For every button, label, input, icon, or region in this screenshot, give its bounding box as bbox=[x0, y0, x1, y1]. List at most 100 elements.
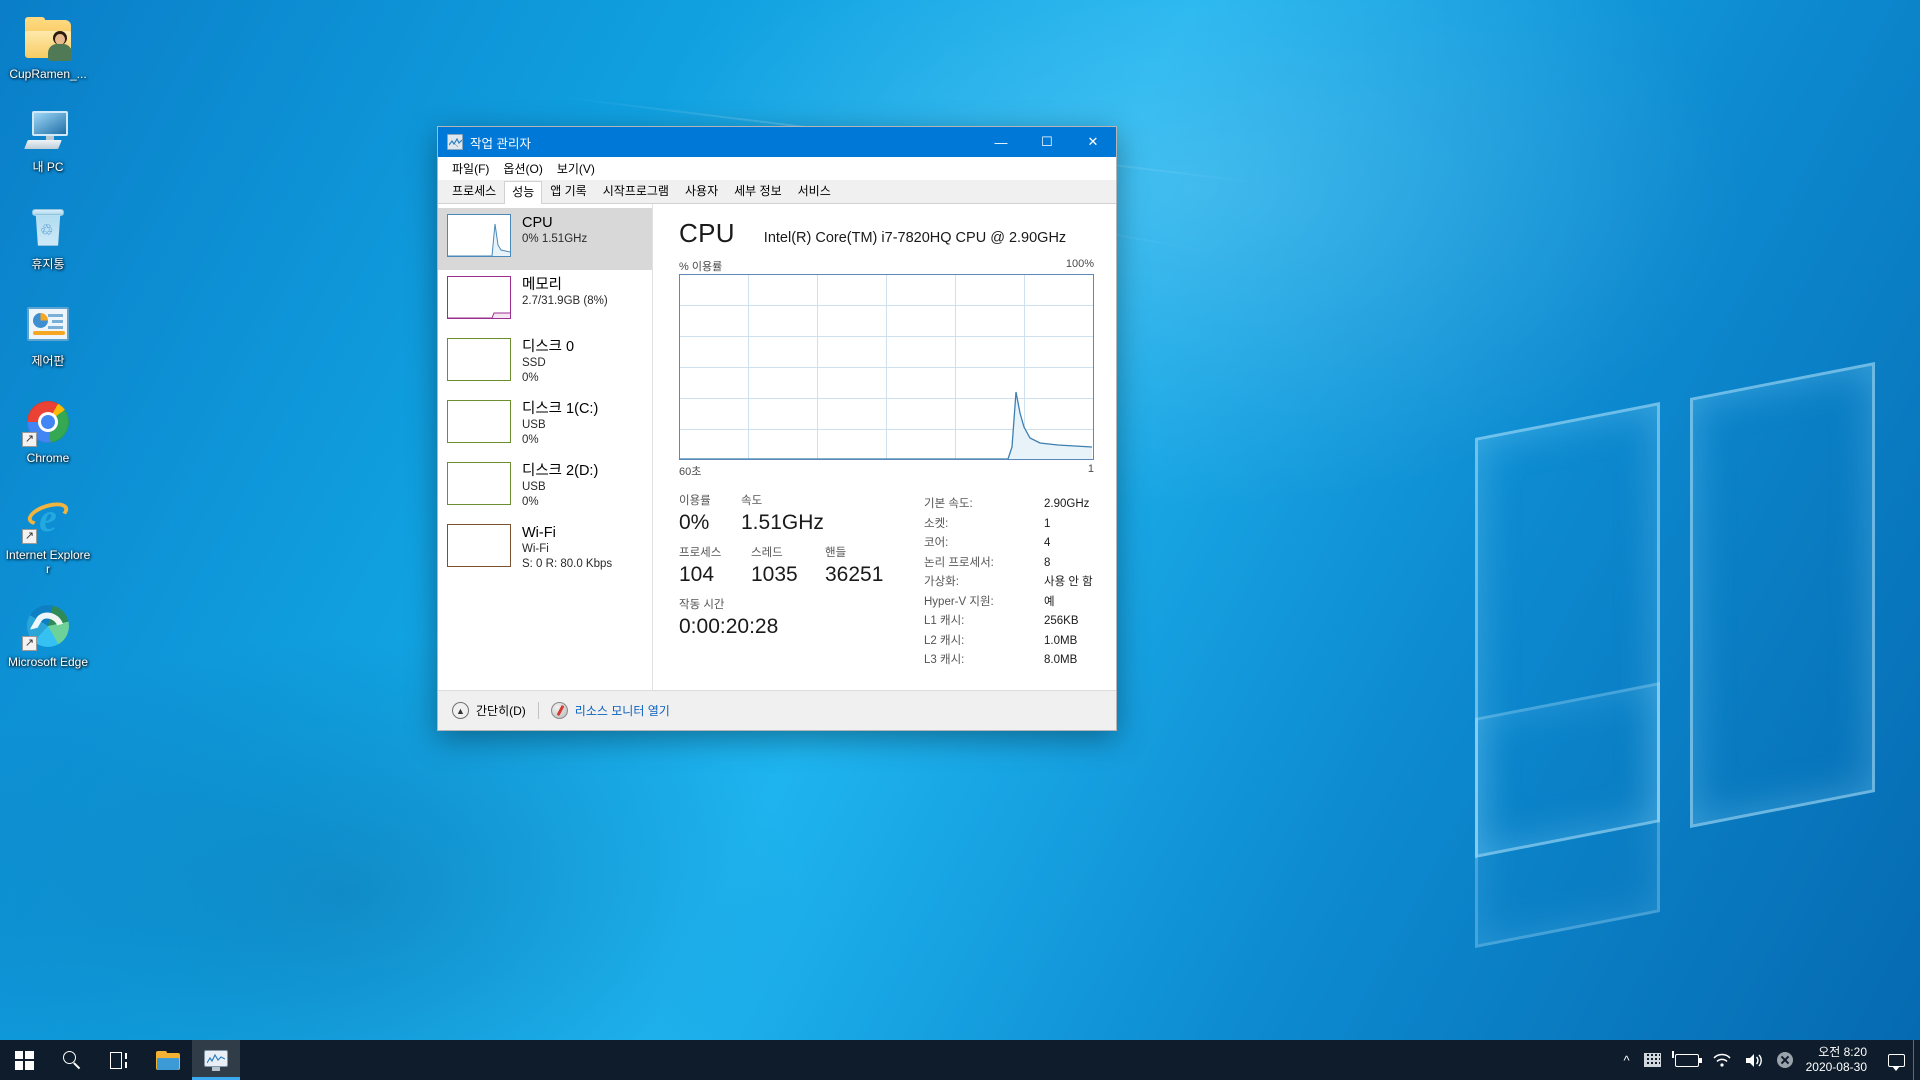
tab-services[interactable]: 서비스 bbox=[790, 180, 839, 203]
wallpaper-window-shape bbox=[1690, 362, 1875, 828]
task-view-button[interactable] bbox=[96, 1040, 144, 1080]
graph-x-right: 1 bbox=[1087, 463, 1094, 475]
desktop-icon-cupramen[interactable]: CupRamen_... bbox=[5, 14, 91, 81]
sidebar-item-memory[interactable]: 메모리 2.7/31.9GB (8%) bbox=[438, 270, 652, 332]
sidebar-item-title: 디스크 2(D:) bbox=[522, 463, 599, 479]
tab-details[interactable]: 세부 정보 bbox=[726, 180, 790, 203]
desktop-icon-list: CupRamen_... 내 PC ♲ 휴지통 제어판 ↗ Chrome e ↗… bbox=[0, 6, 96, 695]
graph-axis-top: % 이용률 100% bbox=[679, 258, 1094, 274]
recycle-bin-icon: ♲ bbox=[24, 204, 72, 252]
graph-x-left: 60초 bbox=[679, 466, 702, 478]
task-manager-icon bbox=[447, 134, 463, 150]
error-badge-icon[interactable] bbox=[1770, 1040, 1800, 1080]
detail-row-cores: 코어: 4 bbox=[924, 534, 1094, 554]
detail-key: L2 캐시: bbox=[924, 634, 965, 647]
chevron-up-icon[interactable]: ▲ bbox=[452, 702, 469, 719]
detail-key: L3 캐시: bbox=[924, 654, 965, 666]
graph-axis-bottom: 60초 1 bbox=[679, 463, 1094, 479]
shortcut-arrow-icon: ↗ bbox=[22, 529, 37, 544]
cpu-utilization-graph[interactable] bbox=[679, 274, 1094, 460]
performance-panel: CPU Intel(R) Core(TM) i7-7820HQ CPU @ 2.… bbox=[653, 204, 1116, 690]
task-manager-taskbar-button[interactable] bbox=[192, 1040, 240, 1080]
detail-key: 가상화: bbox=[924, 576, 959, 588]
tab-users[interactable]: 사용자 bbox=[677, 180, 726, 203]
desktop-icon-label: Microsoft Edge bbox=[7, 655, 89, 669]
menu-file[interactable]: 파일(F) bbox=[445, 158, 496, 179]
utilization-value: 0% bbox=[679, 511, 710, 534]
tab-performance[interactable]: 성능 bbox=[504, 181, 543, 204]
desktop-icon-label: CupRamen_... bbox=[9, 67, 87, 81]
processes-value: 104 bbox=[679, 563, 715, 586]
speed-value: 1.51GHz bbox=[741, 511, 824, 534]
tab-bar: 프로세스 성능 앱 기록 시작프로그램 사용자 세부 정보 서비스 bbox=[438, 180, 1116, 204]
sidebar-item-sub2: 0% bbox=[522, 434, 539, 446]
sidebar-item-sub: SSD bbox=[522, 357, 546, 369]
footer-divider bbox=[537, 702, 539, 719]
clock[interactable]: 오전 8:20 2020-08-30 bbox=[1800, 1040, 1879, 1080]
page-title: CPU bbox=[679, 218, 735, 248]
tab-startup[interactable]: 시작프로그램 bbox=[595, 180, 677, 203]
show-desktop-button[interactable] bbox=[1913, 1040, 1920, 1080]
sidebar-item-sub: 0% 1.51GHz bbox=[522, 233, 588, 245]
wallpaper-window-shape bbox=[1475, 682, 1660, 948]
sidebar-item-sub: USB bbox=[522, 419, 546, 431]
desktop-icon-internet-explorer[interactable]: e ↗ Internet Explorer bbox=[5, 495, 91, 577]
tray-expand-chevron-icon[interactable]: ^ bbox=[1617, 1040, 1637, 1080]
tab-processes[interactable]: 프로세스 bbox=[444, 180, 504, 203]
threads-value: 1035 bbox=[751, 563, 798, 586]
cpu-details: 기본 속도: 2.90GHz 소켓: 1 코어: 4 논리 프로세서: 8 가상… bbox=[924, 493, 1094, 671]
sidebar-item-sub2: S: 0 R: 80.0 Kbps bbox=[522, 558, 613, 570]
panel-header: CPU Intel(R) Core(TM) i7-7820HQ CPU @ 2.… bbox=[679, 218, 1094, 249]
stats-row-usage: 이용률 0% 속도 1.51GHz bbox=[679, 493, 924, 537]
detail-key: 소켓: bbox=[924, 517, 949, 530]
desktop-icon-recycle-bin[interactable]: ♲ 휴지통 bbox=[5, 204, 91, 271]
sidebar-item-wifi[interactable]: Wi-Fi Wi-Fi S: 0 R: 80.0 Kbps bbox=[438, 518, 652, 580]
sidebar-item-title: 메모리 bbox=[522, 277, 563, 293]
detail-value: 1.0MB bbox=[1044, 634, 1078, 647]
stats-area: 이용률 0% 속도 1.51GHz 프로세스 104 스레드 1035 핸들 3… bbox=[679, 493, 1094, 671]
windows-logo-icon bbox=[14, 1050, 34, 1070]
sidebar-item-sub2: 0% bbox=[522, 372, 539, 384]
open-resource-monitor-link[interactable]: 리소스 모니터 열기 bbox=[575, 702, 670, 719]
sidebar-item-disk-1[interactable]: 디스크 1(C:) USB 0% bbox=[438, 394, 652, 456]
system-tray: ^ 오전 8:20 2020-08-30 bbox=[1617, 1040, 1920, 1080]
maximize-button[interactable]: ☐ bbox=[1024, 127, 1070, 157]
sidebar-item-title: CPU bbox=[522, 215, 553, 231]
uptime-value: 0:00:20:28 bbox=[679, 615, 779, 638]
handles-value: 36251 bbox=[825, 563, 884, 586]
sidebar-item-disk-2[interactable]: 디스크 2(D:) USB 0% bbox=[438, 456, 652, 518]
menu-options[interactable]: 옵션(O) bbox=[496, 158, 549, 179]
window-titlebar[interactable]: 작업 관리자 — ☐ ✕ bbox=[438, 127, 1116, 157]
detail-key: 코어: bbox=[924, 537, 949, 549]
tab-app-history[interactable]: 앱 기록 bbox=[542, 180, 594, 203]
fewer-details-button[interactable]: 간단히(D) bbox=[476, 702, 526, 719]
detail-key: 논리 프로세서: bbox=[924, 556, 994, 569]
close-button[interactable]: ✕ bbox=[1070, 127, 1116, 157]
notification-icon[interactable] bbox=[1879, 1040, 1913, 1080]
shortcut-arrow-icon: ↗ bbox=[22, 432, 37, 447]
task-manager-window: 작업 관리자 — ☐ ✕ 파일(F) 옵션(O) 보기(V) 프로세스 성능 앱… bbox=[437, 126, 1117, 731]
detail-row-hyperv: Hyper-V 지원: 예 bbox=[924, 593, 1094, 613]
start-button[interactable] bbox=[0, 1040, 48, 1080]
window-body: CPU 0% 1.51GHz 메모리 2.7/31.9GB (8%) 디스크 0… bbox=[438, 204, 1116, 690]
desktop-icon-control-panel[interactable]: 제어판 bbox=[5, 301, 91, 368]
menu-view[interactable]: 보기(V) bbox=[550, 158, 602, 179]
disk1-mini-graph bbox=[447, 400, 511, 443]
desktop-icon-this-pc[interactable]: 내 PC bbox=[5, 107, 91, 174]
file-explorer-button[interactable] bbox=[144, 1040, 192, 1080]
volume-icon[interactable] bbox=[1738, 1040, 1770, 1080]
desktop-icon-chrome[interactable]: ↗ Chrome bbox=[5, 398, 91, 465]
detail-row-sockets: 소켓: 1 bbox=[924, 515, 1094, 535]
search-button[interactable] bbox=[48, 1040, 96, 1080]
desktop-icon-microsoft-edge[interactable]: ↗ Microsoft Edge bbox=[5, 602, 91, 669]
folder-icon bbox=[156, 1050, 180, 1070]
graph-y-label: % 이용률 bbox=[679, 261, 723, 273]
minimize-button[interactable]: — bbox=[978, 127, 1024, 157]
sidebar-item-cpu[interactable]: CPU 0% 1.51GHz bbox=[438, 208, 652, 270]
battery-icon[interactable] bbox=[1668, 1040, 1706, 1080]
detail-value: 256KB bbox=[1044, 615, 1079, 627]
wifi-icon[interactable] bbox=[1706, 1040, 1738, 1080]
sidebar-item-disk-0[interactable]: 디스크 0 SSD 0% bbox=[438, 332, 652, 394]
keyboard-icon[interactable] bbox=[1637, 1040, 1668, 1080]
cpu-graph-plot bbox=[680, 391, 1092, 459]
